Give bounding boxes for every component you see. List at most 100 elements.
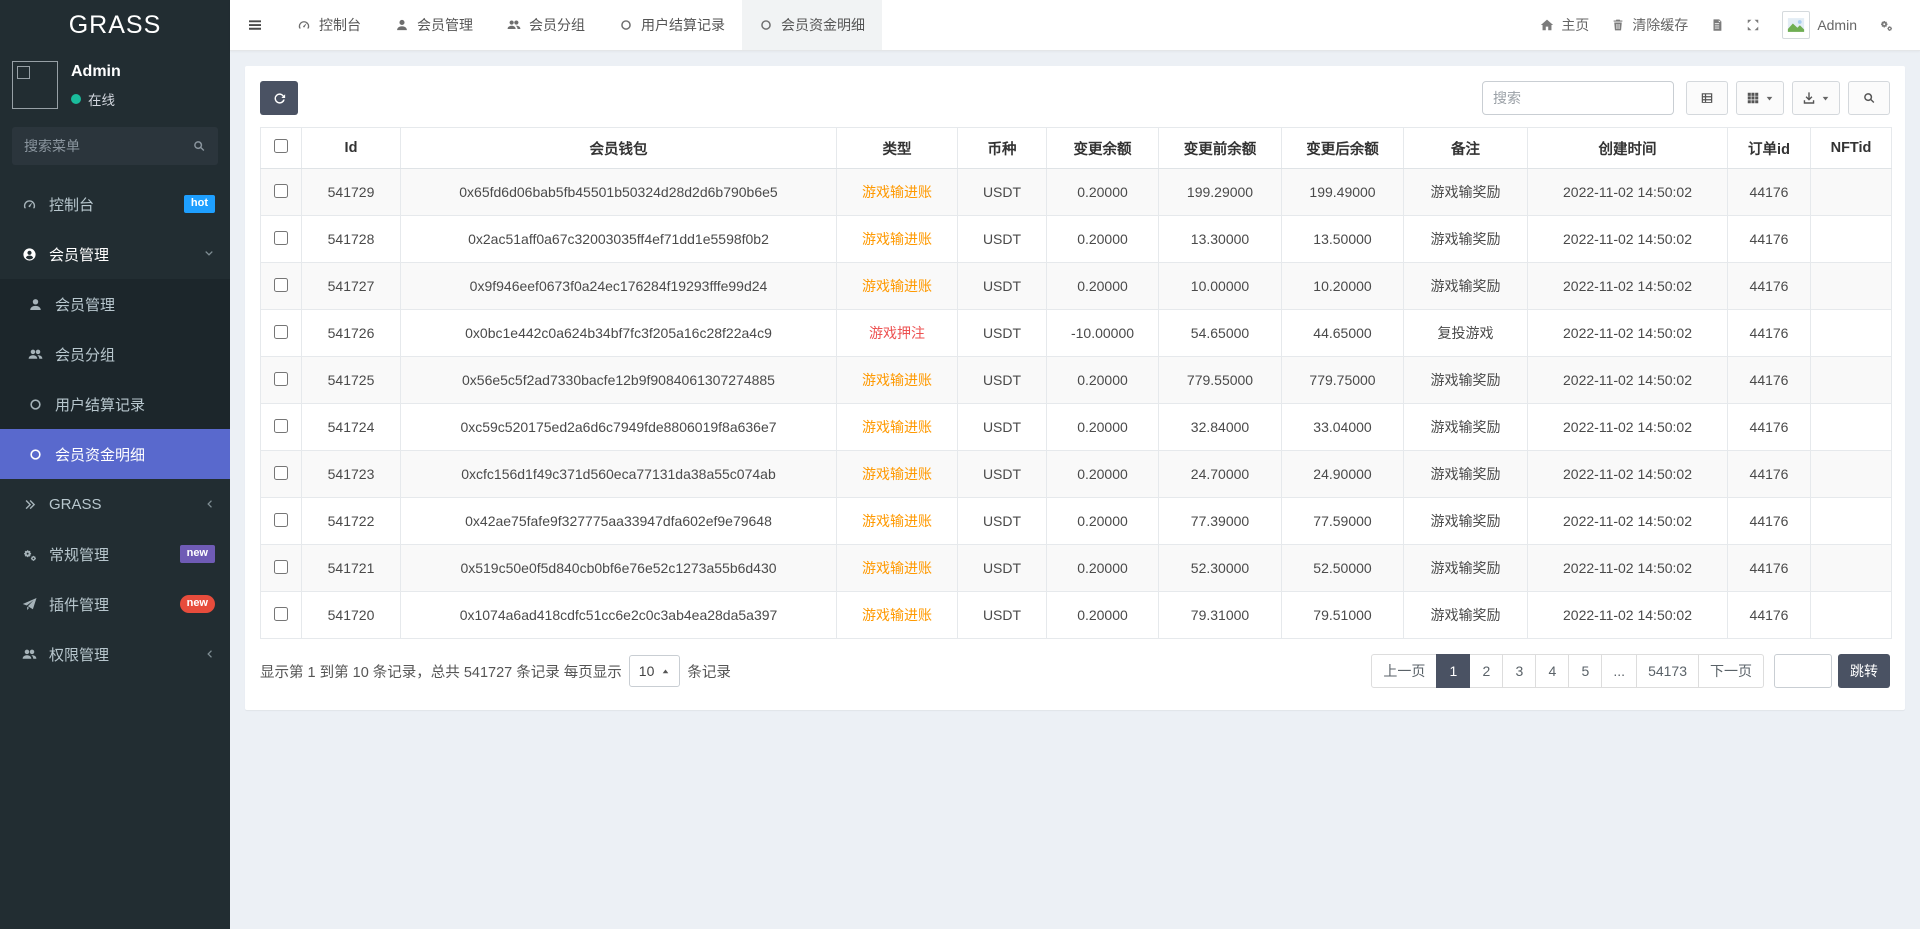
page-size-value: 10 <box>639 663 655 679</box>
select-all-checkbox[interactable] <box>274 139 288 153</box>
content: Id会员钱包类型币种变更余额变更前余额变更后余额备注创建时间订单idNFTid … <box>230 51 1920 929</box>
search-toggle-button[interactable] <box>1848 81 1890 115</box>
tab-user-settlement-records[interactable]: 用户结算记录 <box>602 0 742 50</box>
row-checkbox[interactable] <box>274 278 288 292</box>
cell-before: 779.55000 <box>1159 357 1282 404</box>
sidebar-item-plugin-management[interactable]: 插件管理new <box>0 579 230 629</box>
table-row: 5417220x42ae75fafe9f327775aa33947dfa602e… <box>261 498 1892 545</box>
sidebar-item-label: 会员资金明细 <box>55 444 215 465</box>
cell-type: 游戏输进账 <box>837 216 958 263</box>
menu-search-input[interactable] <box>12 127 218 165</box>
cell-created: 2022-11-02 14:50:02 <box>1528 498 1728 545</box>
page-button-3[interactable]: 3 <box>1502 654 1536 688</box>
row-select-cell <box>261 451 302 498</box>
row-checkbox[interactable] <box>274 466 288 480</box>
cell-after: 77.59000 <box>1282 498 1404 545</box>
row-checkbox[interactable] <box>274 607 288 621</box>
user-circle-icon <box>20 247 38 262</box>
refresh-button[interactable] <box>260 81 298 115</box>
sidebar-item-user-settlement-records[interactable]: 用户结算记录 <box>0 379 230 429</box>
columns-button[interactable] <box>1736 81 1784 115</box>
brand-logo: GRASS <box>0 0 230 51</box>
sidebar-item-label: 常规管理 <box>49 544 169 565</box>
docs-button[interactable] <box>1699 0 1735 50</box>
th-icon <box>1746 91 1760 105</box>
tab-label: 控制台 <box>319 15 361 35</box>
sidebar-item-console[interactable]: 控制台hot <box>0 179 230 229</box>
row-checkbox[interactable] <box>274 560 288 574</box>
sidebar-item-permission-management[interactable]: 权限管理 <box>0 629 230 679</box>
page-button-54173[interactable]: 54173 <box>1636 654 1699 688</box>
cell-type: 游戏输进账 <box>837 498 958 545</box>
tab-console[interactable]: 控制台 <box>280 0 378 50</box>
sidebar-item-grass[interactable]: GRASS <box>0 479 230 529</box>
row-checkbox[interactable] <box>274 325 288 339</box>
page-button-5[interactable]: 5 <box>1568 654 1602 688</box>
circle-icon <box>26 447 44 462</box>
tab-label: 用户结算记录 <box>641 15 725 35</box>
table-row: 5417210x519c50e0f5d840cb0bf6e76e52c1273a… <box>261 545 1892 592</box>
detail-view-button[interactable] <box>1686 81 1728 115</box>
sidebar-item-member-management[interactable]: 会员管理 <box>0 229 230 279</box>
page-button-2[interactable]: 2 <box>1469 654 1503 688</box>
table-row: 5417290x65fd6d06bab5fb45501b50324d28d2d6… <box>261 169 1892 216</box>
page-size-dropdown[interactable]: 10 <box>629 655 681 687</box>
page-jump-input[interactable] <box>1774 654 1832 688</box>
page-jump-button[interactable]: 跳转 <box>1838 654 1890 688</box>
avatar <box>1782 11 1810 39</box>
cell-after: 44.65000 <box>1282 310 1404 357</box>
submenu: 会员管理会员分组用户结算记录会员资金明细 <box>0 279 230 479</box>
pagination-summary: 显示第 1 到第 10 条记录，总共 541727 条记录 每页显示 10 条记… <box>260 655 731 687</box>
sidebar-item-label: 插件管理 <box>49 594 169 615</box>
home-link[interactable]: 主页 <box>1529 0 1600 50</box>
gauge-icon <box>20 197 38 212</box>
sidebar-item-member-fund-details[interactable]: 会员资金明细 <box>0 429 230 479</box>
cell-before: 24.70000 <box>1159 451 1282 498</box>
cell-nft-id <box>1811 451 1892 498</box>
sidebar-toggle[interactable] <box>230 0 280 50</box>
sidebar-item-member-group[interactable]: 会员分组 <box>0 329 230 379</box>
row-checkbox[interactable] <box>274 513 288 527</box>
page-button-4[interactable]: 4 <box>1535 654 1569 688</box>
next-page-button[interactable]: 下一页 <box>1698 654 1764 688</box>
search-icon <box>1862 91 1876 105</box>
cell-remark: 复投游戏 <box>1404 310 1528 357</box>
tab-member-management[interactable]: 会员管理 <box>378 0 490 50</box>
cell-id: 541726 <box>302 310 401 357</box>
page-button-1[interactable]: 1 <box>1436 654 1470 688</box>
cell-id: 541724 <box>302 404 401 451</box>
row-checkbox[interactable] <box>274 419 288 433</box>
summary-prefix: 显示第 1 到第 10 条记录，总共 541727 条记录 每页显示 <box>260 661 622 682</box>
row-checkbox[interactable] <box>274 231 288 245</box>
sidebar-item-member-list[interactable]: 会员管理 <box>0 279 230 329</box>
main: 控制台会员管理 会员分组 用户结算记录会员资金明细 主页 清除缓存 <box>230 0 1920 929</box>
cell-id: 541723 <box>302 451 401 498</box>
row-checkbox[interactable] <box>274 372 288 386</box>
prev-page-button[interactable]: 上一页 <box>1371 654 1437 688</box>
sidebar-item-general-management[interactable]: 常规管理 new <box>0 529 230 579</box>
settings-button[interactable] <box>1868 0 1904 50</box>
angles-right-icon <box>20 497 38 512</box>
export-button[interactable] <box>1792 81 1840 115</box>
clear-cache-button[interactable]: 清除缓存 <box>1600 0 1699 50</box>
cell-type: 游戏输进账 <box>837 592 958 639</box>
row-checkbox[interactable] <box>274 184 288 198</box>
cell-nft-id <box>1811 310 1892 357</box>
fullscreen-button[interactable] <box>1735 0 1771 50</box>
cell-order-id: 44176 <box>1728 310 1811 357</box>
row-select-cell <box>261 404 302 451</box>
user-menu[interactable]: Admin <box>1771 0 1868 50</box>
username: Admin <box>71 63 121 81</box>
table-search-input[interactable] <box>1482 81 1674 115</box>
cell-remark: 游戏输奖励 <box>1404 592 1528 639</box>
badge-new: new <box>180 545 215 562</box>
tab-member-fund-details[interactable]: 会员资金明细 <box>742 0 882 50</box>
online-dot <box>71 94 81 104</box>
cell-order-id: 44176 <box>1728 592 1811 639</box>
cell-nft-id <box>1811 404 1892 451</box>
row-select-cell <box>261 592 302 639</box>
tab-member-group[interactable]: 会员分组 <box>490 0 602 50</box>
cell-before: 10.00000 <box>1159 263 1282 310</box>
tab-label: 会员分组 <box>529 15 585 35</box>
cell-before: 52.30000 <box>1159 545 1282 592</box>
